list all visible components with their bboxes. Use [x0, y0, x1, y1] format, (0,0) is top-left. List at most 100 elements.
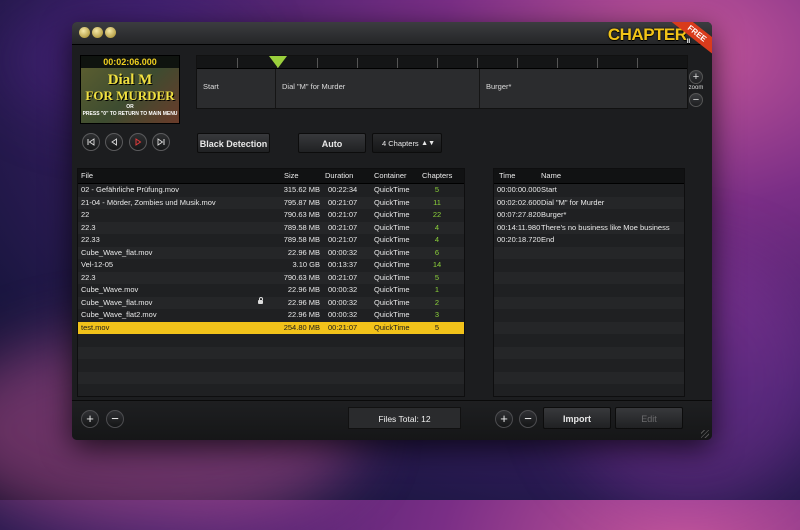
chapter-name-cell[interactable]: Burger* — [541, 209, 566, 222]
file-chapters-cell: 1 — [434, 285, 440, 294]
file-container-cell: QuickTime — [374, 272, 410, 282]
minimize-button[interactable] — [92, 27, 103, 38]
files-table: File Size Duration Container Chapters 02… — [77, 168, 465, 397]
file-row[interactable]: 22.33 789.58 MB 00:21:07 QuickTime 4 — [78, 234, 464, 247]
file-file-cell: 22.3 — [81, 272, 96, 282]
file-file-cell: 22.33 — [81, 235, 100, 244]
file-duration-cell: 00:00:32 — [328, 297, 358, 307]
file-row[interactable]: test.mov 254.80 MB 00:21:07 QuickTime 5 — [78, 321, 464, 334]
file-row[interactable]: Cube_Wave.mov 22.96 MB 00:00:32 QuickTime 1 — [78, 284, 464, 297]
file-row[interactable]: Cube_Wave_flat.mov 22.96 MB 00:00:32 QuickT… — [78, 246, 464, 259]
chapter-time-cell: 00:20:18.720 — [497, 235, 541, 244]
zoom-out-button[interactable]: − — [689, 93, 703, 107]
file-container-cell: QuickTime — [374, 210, 410, 219]
poster-menu-hint: PRESS "0" TO RETURN TO MAIN MENU — [82, 111, 178, 117]
empty-row — [494, 359, 684, 372]
chapter-row[interactable]: 00:20:18.720 End — [494, 234, 684, 247]
empty-row — [494, 296, 684, 309]
file-chapters-cell: 4 — [434, 235, 440, 244]
chapter-time-cell: 00:02:02.600 — [497, 197, 541, 207]
empty-row — [78, 334, 464, 347]
video-preview: 00:02:06.000 Dial M FOR MURDER OR PRESS … — [80, 55, 180, 124]
file-container-cell: QuickTime — [374, 285, 410, 294]
file-row[interactable]: 22.3 789.58 MB 00:21:07 QuickTime 4 — [78, 221, 464, 234]
lock-icon — [258, 296, 263, 304]
step-back-button[interactable] — [105, 133, 123, 151]
file-chapters-cell: 6 — [434, 247, 440, 257]
empty-row — [494, 371, 684, 384]
zoom-controls: + zoom − — [688, 70, 704, 107]
zoom-in-button[interactable]: + — [689, 70, 703, 84]
timeline-ruler — [197, 56, 687, 69]
auto-button[interactable]: Auto — [298, 133, 366, 153]
close-button[interactable] — [79, 27, 90, 38]
playhead-marker[interactable] — [269, 56, 287, 68]
chapter-name-cell[interactable]: Start — [541, 184, 557, 197]
file-chapters-cell: 5 — [434, 185, 440, 194]
empty-row — [494, 284, 684, 297]
skip-back-button[interactable] — [82, 133, 100, 151]
preview-timecode: 00:02:06.000 — [81, 56, 179, 68]
empty-row — [78, 371, 464, 384]
file-size-cell: 22.96 MB — [287, 297, 320, 307]
chapters-table: Time Name 00:00:00.000 Start 00:02:02.600 D… — [493, 168, 685, 397]
file-row[interactable]: Cube_Wave_flat.mov 22.96 MB 00:00:32 QuickT… — [78, 296, 464, 309]
resize-grip[interactable] — [701, 430, 709, 438]
file-file-cell: Vel-12-05 — [81, 260, 114, 269]
empty-row — [494, 246, 684, 259]
title-bar: CHAPTERıı FREE — [72, 22, 712, 57]
file-size-cell: 22.96 MB — [287, 285, 320, 294]
zoom-label: zoom — [688, 85, 704, 91]
file-container-cell: QuickTime — [374, 185, 410, 194]
add-file-button[interactable]: + — [81, 410, 99, 428]
file-file-cell: Cube_Wave_flat2.mov — [81, 310, 157, 319]
chapters-count-select[interactable]: 4 Chapters ▲▼ — [372, 133, 442, 153]
file-row[interactable]: 22 790.63 MB 00:21:07 QuickTime 22 — [78, 209, 464, 222]
chapter-row[interactable]: 00:14:11.980 There's no business like Moe… — [494, 221, 684, 235]
black-detection-button[interactable]: Black Detection — [197, 133, 270, 153]
import-button[interactable]: Import — [543, 407, 611, 429]
file-size-cell: 22.96 MB — [287, 310, 320, 319]
chapter-timeline[interactable]: Start Dial "M" for Murder Burger* — [196, 55, 688, 109]
empty-row — [78, 359, 464, 372]
file-row[interactable]: 21-04 - Mörder, Zombies und Musik.mov 795… — [78, 196, 464, 209]
file-row[interactable]: Vel-12-05 3.10 GB 00:13:37 QuickTime 14 — [78, 259, 464, 272]
file-size-cell: 789.58 MB — [283, 222, 320, 232]
timeline-segment[interactable]: Start — [197, 69, 276, 108]
remove-chapter-button[interactable]: − — [519, 410, 537, 428]
add-chapter-button[interactable]: + — [495, 410, 513, 428]
file-file-cell: Cube_Wave_flat.mov — [81, 297, 153, 307]
chapter-name-cell[interactable]: End — [541, 234, 554, 247]
file-chapters-cell: 5 — [434, 322, 440, 332]
file-row[interactable]: Cube_Wave_flat2.mov 22.96 MB 00:00:32 Quick… — [78, 309, 464, 322]
app-window: CHAPTERıı FREE 00:02:06.000 Dial M FOR M… — [72, 22, 712, 440]
file-duration-cell: 00:00:32 — [328, 310, 358, 319]
file-size-cell: 789.58 MB — [283, 235, 320, 244]
file-duration-cell: 00:13:37 — [328, 260, 358, 269]
file-container-cell: QuickTime — [374, 310, 410, 319]
file-row[interactable]: 22.3 790.63 MB 00:21:07 QuickTime 5 — [78, 271, 464, 284]
file-chapters-cell: 5 — [434, 272, 440, 282]
file-size-cell: 3.10 GB — [292, 260, 320, 269]
timeline-segment[interactable]: Dial "M" for Murder — [276, 69, 480, 108]
remove-file-button[interactable]: − — [106, 410, 124, 428]
play-button[interactable] — [129, 133, 147, 151]
empty-row — [78, 384, 464, 396]
skip-forward-button[interactable] — [152, 133, 170, 151]
chapter-name-cell[interactable]: Dial "M" for Murder — [541, 197, 604, 210]
edit-button[interactable]: Edit — [615, 407, 683, 429]
files-table-header: File Size Duration Container Chapters — [78, 169, 464, 184]
chapter-row[interactable]: 00:00:00.000 Start — [494, 184, 684, 197]
chapter-row[interactable]: 00:02:02.600 Dial "M" for Murder — [494, 196, 684, 210]
file-row[interactable]: 02 - Gefährliche Prüfung.mov 315.62 MB 00:… — [78, 184, 464, 197]
chapter-row[interactable]: 00:07:27.820 Burger* — [494, 209, 684, 222]
chapter-name-cell[interactable]: There's no business like Moe business — [541, 222, 670, 235]
app-logo: CHAPTERıı — [607, 25, 691, 45]
timeline-segment[interactable]: Burger* — [480, 69, 686, 108]
file-duration-cell: 00:21:07 — [328, 272, 358, 282]
file-size-cell: 790.63 MB — [283, 272, 320, 282]
skip-forward-icon — [157, 138, 165, 146]
zoom-window-button[interactable] — [105, 27, 116, 38]
poster-or: OR — [126, 104, 134, 110]
file-chapters-cell: 22 — [432, 210, 442, 219]
